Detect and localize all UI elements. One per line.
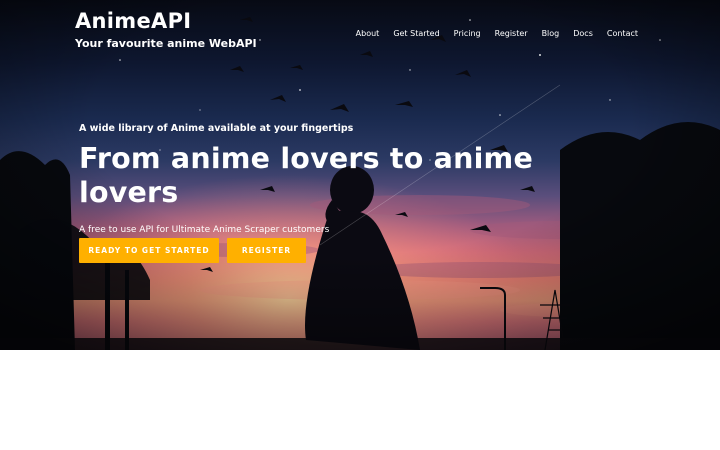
hero-section: AnimeAPI Your favourite anime WebAPI Abo… bbox=[0, 0, 720, 350]
hero-subtext: A free to use API for Ultimate Anime Scr… bbox=[79, 225, 330, 235]
nav-get-started[interactable]: Get Started bbox=[393, 29, 439, 39]
get-started-button[interactable]: READY TO GET STARTED bbox=[79, 238, 219, 263]
brand-tagline: Your favourite anime WebAPI bbox=[75, 37, 257, 50]
nav-contact[interactable]: Contact bbox=[607, 29, 638, 39]
brand-title[interactable]: AnimeAPI bbox=[75, 8, 257, 34]
content-area bbox=[0, 350, 720, 450]
nav-blog[interactable]: Blog bbox=[542, 29, 560, 39]
nav-pricing[interactable]: Pricing bbox=[454, 29, 481, 39]
hero-content: A wide library of Anime available at you… bbox=[79, 123, 559, 236]
nav-about[interactable]: About bbox=[356, 29, 380, 39]
hero-kicker: A wide library of Anime available at you… bbox=[79, 123, 354, 134]
nav-register[interactable]: Register bbox=[495, 29, 528, 39]
hero-headline: From anime lovers to anime lovers bbox=[79, 142, 533, 209]
hero-buttons: READY TO GET STARTED REGISTER bbox=[79, 238, 306, 263]
nav-docs[interactable]: Docs bbox=[573, 29, 593, 39]
top-nav: About Get Started Pricing Register Blog … bbox=[342, 29, 638, 39]
register-button[interactable]: REGISTER bbox=[227, 238, 306, 263]
brand[interactable]: AnimeAPI Your favourite anime WebAPI bbox=[75, 8, 257, 51]
